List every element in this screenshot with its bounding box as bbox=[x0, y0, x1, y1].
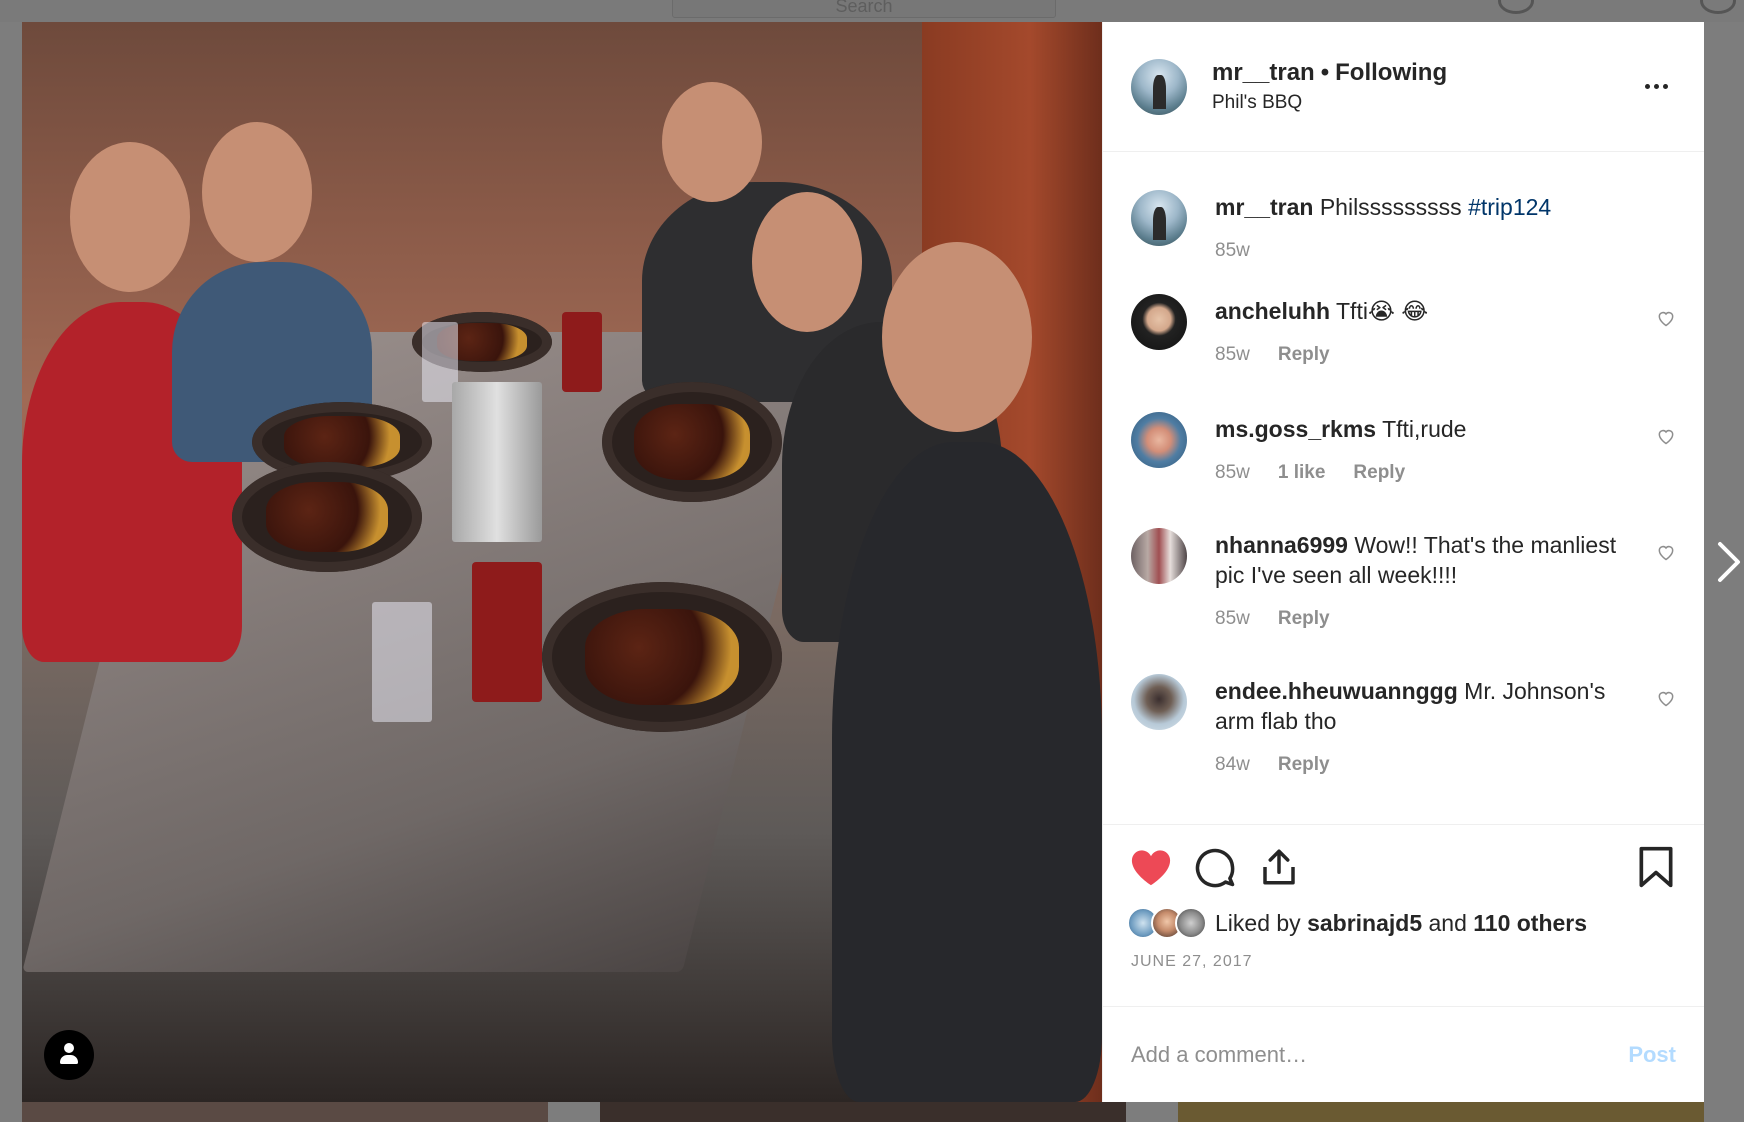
comment-timestamp[interactable]: 85w bbox=[1215, 462, 1250, 484]
comments-list[interactable]: mr__tran Philsssssssss #trip124 85w anch… bbox=[1103, 152, 1704, 824]
caption-hashtag[interactable]: #trip124 bbox=[1468, 194, 1551, 220]
comment-bubble-icon[interactable] bbox=[1191, 843, 1239, 891]
add-comment-input[interactable] bbox=[1131, 1041, 1629, 1068]
likes-summary[interactable]: Liked by sabrinajd5 and 110 others bbox=[1127, 903, 1680, 943]
post-comment-button[interactable]: Post bbox=[1628, 1042, 1676, 1068]
comment-item: ancheluhh Tfti😭 😂 85w Reply bbox=[1131, 294, 1676, 366]
comment-timestamp[interactable]: 84w bbox=[1215, 754, 1250, 776]
share-icon[interactable] bbox=[1255, 843, 1303, 891]
background-thumbnail bbox=[1178, 1102, 1704, 1122]
post-header-info: mr__tran • Following Phil's BBQ bbox=[1212, 58, 1636, 116]
photo-napkin-holder bbox=[452, 382, 542, 542]
photo-head bbox=[882, 242, 1032, 432]
save-bookmark-icon[interactable] bbox=[1632, 843, 1680, 891]
action-icon-row bbox=[1127, 839, 1680, 895]
like-comment-heart-icon[interactable] bbox=[1656, 688, 1676, 708]
photo-person bbox=[832, 442, 1102, 1102]
photo-plate bbox=[602, 382, 782, 502]
like-comment-heart-icon[interactable] bbox=[1656, 426, 1676, 446]
photo-glass bbox=[372, 602, 432, 722]
tagged-users-button[interactable] bbox=[44, 1030, 94, 1080]
photo-cup bbox=[472, 562, 542, 702]
comment-username[interactable]: ms.goss_rkms bbox=[1215, 416, 1376, 442]
background-explore-icon bbox=[1498, 0, 1534, 14]
liker-username[interactable]: sabrinajd5 bbox=[1307, 910, 1422, 936]
photo-head bbox=[202, 122, 312, 262]
caption-text: Philsssssssss bbox=[1319, 194, 1469, 220]
post-header: mr__tran • Following Phil's BBQ bbox=[1103, 22, 1704, 152]
user-icon bbox=[58, 1043, 80, 1067]
background-thumbnail bbox=[22, 1102, 548, 1122]
background-top-bar: Search bbox=[0, 0, 1744, 22]
follow-status-button[interactable]: Following bbox=[1335, 59, 1447, 86]
post-date[interactable]: JUNE 27, 2017 bbox=[1127, 953, 1680, 971]
comment-text: Tfti,rude bbox=[1382, 416, 1467, 442]
header-separator: • bbox=[1320, 58, 1330, 86]
photo-head bbox=[70, 142, 190, 292]
background-search-field: Search bbox=[672, 0, 1056, 18]
photo-cup bbox=[562, 312, 602, 392]
author-username[interactable]: mr__tran bbox=[1212, 59, 1315, 86]
post-modal: mr__tran • Following Phil's BBQ mr__tran P… bbox=[22, 22, 1704, 1102]
likes-middle: and bbox=[1422, 909, 1474, 936]
like-comment-heart-icon[interactable] bbox=[1656, 308, 1676, 328]
reply-button[interactable]: Reply bbox=[1353, 462, 1405, 484]
liker-avatar bbox=[1175, 907, 1207, 939]
post-location[interactable]: Phil's BBQ bbox=[1212, 90, 1636, 116]
post-actions: Liked by sabrinajd5 and 110 others JUNE … bbox=[1103, 824, 1704, 1006]
comment-username[interactable]: nhanna6999 bbox=[1215, 532, 1348, 558]
commenter-avatar[interactable] bbox=[1131, 190, 1187, 246]
unlike-heart-icon[interactable] bbox=[1127, 843, 1175, 891]
caption-username[interactable]: mr__tran bbox=[1215, 194, 1313, 220]
caption-timestamp[interactable]: 85w bbox=[1215, 240, 1250, 262]
photo-head bbox=[662, 82, 762, 202]
photo-plate bbox=[542, 582, 782, 732]
post-side-panel: mr__tran • Following Phil's BBQ mr__tran P… bbox=[1102, 22, 1704, 1102]
author-avatar[interactable] bbox=[1131, 58, 1187, 115]
comment-item: ms.goss_rkms Tfti,rude 85w 1 like Reply bbox=[1131, 412, 1676, 484]
like-comment-heart-icon[interactable] bbox=[1656, 542, 1676, 562]
comment-timestamp[interactable]: 85w bbox=[1215, 344, 1250, 366]
post-photo[interactable] bbox=[22, 22, 1102, 1102]
next-post-chevron-right-icon[interactable] bbox=[1716, 540, 1742, 584]
post-header-title: mr__tran • Following bbox=[1212, 58, 1636, 88]
reply-button[interactable]: Reply bbox=[1278, 608, 1330, 630]
comment-text: Tfti😭 😂 bbox=[1336, 298, 1429, 324]
comment-timestamp[interactable]: 85w bbox=[1215, 608, 1250, 630]
background-profile-icon bbox=[1700, 0, 1736, 14]
likes-others-link[interactable]: 110 others bbox=[1473, 910, 1587, 936]
caption: mr__tran Philsssssssss #trip124 85w bbox=[1131, 190, 1676, 262]
likes-prefix: Liked by bbox=[1215, 909, 1308, 936]
liker-avatars bbox=[1127, 907, 1207, 939]
comment-item: endee.hheuwuannggg Mr. Johnson's arm fla… bbox=[1131, 674, 1676, 776]
commenter-avatar[interactable] bbox=[1131, 412, 1187, 468]
photo-head bbox=[752, 192, 862, 332]
more-options-icon[interactable] bbox=[1636, 72, 1676, 102]
reply-button[interactable]: Reply bbox=[1278, 344, 1330, 366]
add-comment-bar: Post bbox=[1103, 1006, 1704, 1102]
commenter-avatar[interactable] bbox=[1131, 294, 1187, 350]
reply-button[interactable]: Reply bbox=[1278, 754, 1330, 776]
comment-likes-count[interactable]: 1 like bbox=[1278, 462, 1326, 484]
background-thumbnail bbox=[600, 1102, 1126, 1122]
commenter-avatar[interactable] bbox=[1131, 674, 1187, 730]
comment-username[interactable]: endee.hheuwuannggg bbox=[1215, 678, 1458, 704]
comment-item: nhanna6999 Wow!! That's the manliest pic… bbox=[1131, 528, 1676, 630]
photo-plate bbox=[232, 462, 422, 572]
commenter-avatar[interactable] bbox=[1131, 528, 1187, 584]
comment-username[interactable]: ancheluhh bbox=[1215, 298, 1330, 324]
background-search-text: Search bbox=[835, 0, 893, 16]
